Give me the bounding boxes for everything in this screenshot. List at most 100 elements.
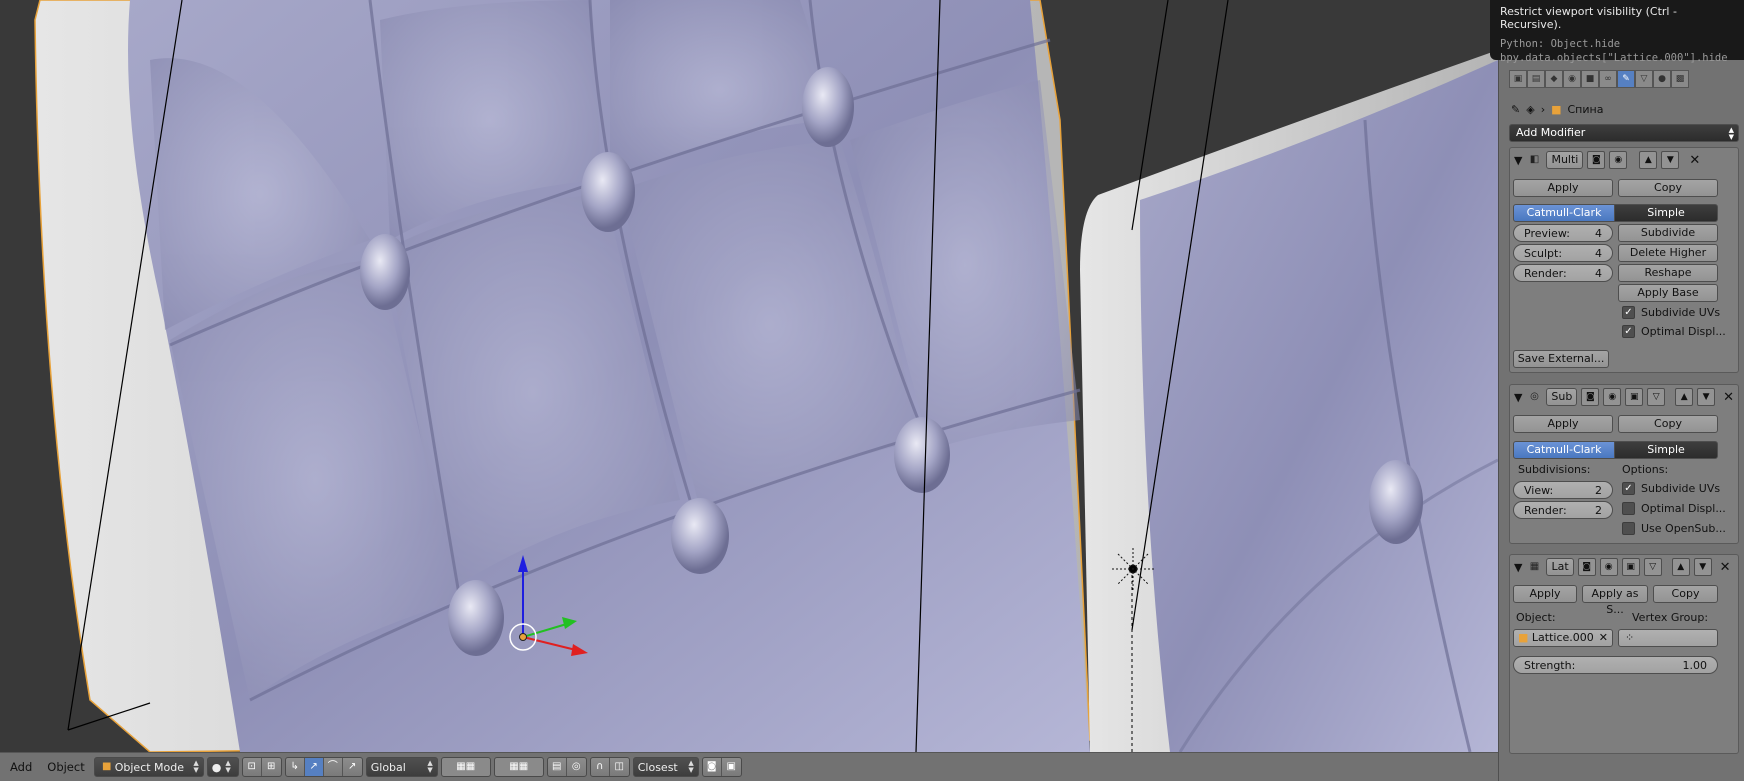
render-toggle-icon[interactable]: ◙ <box>1581 388 1600 406</box>
move-down-icon[interactable]: ▼ <box>1697 388 1716 406</box>
sculpt-label: Sculpt: <box>1524 246 1563 260</box>
translate-icon[interactable]: ↗ <box>304 758 324 776</box>
sculpt-level-field[interactable]: Sculpt: 4 <box>1513 244 1613 262</box>
viewport-toggle-icon[interactable]: ◉ <box>1603 388 1622 406</box>
pivot-icon[interactable]: ⊡ <box>243 758 262 776</box>
rotate-icon[interactable]: ⌒ <box>324 758 343 776</box>
move-up-icon[interactable]: ▲ <box>1671 558 1690 576</box>
multires-optimal-display-checkbox[interactable]: ✓ Optimal Displ... <box>1622 325 1726 338</box>
preview-label: Preview: <box>1524 226 1570 240</box>
use-opensubdiv-checkbox[interactable]: Use OpenSub... <box>1622 522 1726 535</box>
subsurf-subdivide-uvs-checkbox[interactable]: ✓ Subdivide UVs <box>1622 482 1720 495</box>
move-up-icon[interactable]: ▲ <box>1675 388 1694 406</box>
manipulator-icon[interactable]: ↳ <box>286 758 305 776</box>
close-icon[interactable]: ✕ <box>1720 560 1731 575</box>
lattice-name-field[interactable]: Lat <box>1546 558 1574 576</box>
proportional-group[interactable]: ▤ ◎ <box>546 757 587 777</box>
manipulator-group[interactable]: ↳ ↗ ⌒ ↗ <box>284 757 363 777</box>
render-toggle-icon[interactable]: ◙ <box>1577 558 1596 576</box>
delete-higher-button[interactable]: Delete Higher <box>1618 244 1718 262</box>
reshape-button[interactable]: Reshape <box>1618 264 1718 282</box>
move-down-icon[interactable]: ▼ <box>1661 151 1680 169</box>
preview-level-field[interactable]: Preview: 4 <box>1513 224 1613 242</box>
viewport-toggle-icon[interactable]: ◉ <box>1599 558 1618 576</box>
close-icon[interactable]: ✕ <box>1723 390 1734 405</box>
render-icon[interactable]: ▣ <box>722 758 741 776</box>
subsurf-header: ▼ ◎ Sub ◙ ◉ ▣ ▽ ▲ ▼ ✕ <box>1510 385 1738 409</box>
world-tab-icon[interactable]: ◉ <box>1563 70 1581 88</box>
multires-header: ▼ ◧ Multi ◙ ◉ ▲ ▼ ✕ <box>1510 148 1738 172</box>
clear-icon[interactable]: ✕ <box>1599 630 1608 646</box>
menu-add[interactable]: Add <box>4 760 38 774</box>
move-up-icon[interactable]: ▲ <box>1639 151 1658 169</box>
lattice-copy-button[interactable]: Copy <box>1653 585 1718 603</box>
render-level-field[interactable]: Render: 4 <box>1513 264 1613 282</box>
mode-selector[interactable]: ■ Object Mode ▲ ▼ <box>93 757 204 777</box>
multires-copy-button[interactable]: Copy <box>1618 179 1718 197</box>
magnet-icon[interactable]: ∩ <box>591 758 610 776</box>
cage-toggle-icon[interactable]: ▽ <box>1647 388 1666 406</box>
shading-selector[interactable]: ● ▲ ▼ <box>206 757 239 777</box>
strength-field[interactable]: Strength: 1.00 <box>1513 656 1718 674</box>
menu-object[interactable]: Object <box>41 760 90 774</box>
subsurf-simple-button[interactable]: Simple <box>1614 441 1718 459</box>
apply-as-shape-button[interactable]: Apply as S... <box>1582 585 1648 616</box>
subdivide-button[interactable]: Subdivide <box>1618 224 1718 242</box>
vertex-group-field[interactable]: ⁘ <box>1618 629 1718 647</box>
snap-element-icon[interactable]: ◫ <box>610 758 629 776</box>
manipulator-toggle-icon[interactable]: ⊞ <box>262 758 281 776</box>
apply-base-button[interactable]: Apply Base <box>1618 284 1718 302</box>
lattice-header: ▼ ▦ Lat ◙ ◉ ▣ ▽ ▲ ▼ ✕ <box>1510 555 1738 579</box>
move-down-icon[interactable]: ▼ <box>1693 558 1712 576</box>
add-modifier-dropdown[interactable]: Add Modifier ▲ ▼ <box>1509 124 1739 142</box>
scene-tab-icon[interactable]: ◆ <box>1545 70 1563 88</box>
viewport-toggle-icon[interactable]: ◉ <box>1609 151 1628 169</box>
pin-icon[interactable]: ✎ <box>1511 103 1520 116</box>
layers-group-1[interactable]: ▦▦ <box>440 757 491 777</box>
data-tab-icon[interactable]: ▽ <box>1635 70 1653 88</box>
editmode-toggle-icon[interactable]: ▣ <box>1621 558 1640 576</box>
collapse-icon[interactable]: ▼ <box>1514 561 1522 574</box>
view-levels-field[interactable]: View: 2 <box>1513 481 1613 499</box>
collapse-icon[interactable]: ▼ <box>1514 391 1522 404</box>
render-group[interactable]: ◙ ▣ <box>701 757 742 777</box>
render-value: 2 <box>1595 503 1602 517</box>
snap-target-selector[interactable]: Closest ▲ ▼ <box>632 757 699 777</box>
updown-icon: ▲ ▼ <box>427 759 433 774</box>
subsurf-name-field[interactable]: Sub <box>1546 388 1578 406</box>
editmode-toggle-icon[interactable]: ▣ <box>1625 388 1644 406</box>
constraints-tab-icon[interactable]: ∞ <box>1599 70 1617 88</box>
lock-icon[interactable]: ▤ <box>548 758 567 776</box>
subsurf-catmull-clark-button[interactable]: Catmull-Clark <box>1513 441 1615 459</box>
multires-simple-button[interactable]: Simple <box>1614 204 1718 222</box>
texture-tab-icon[interactable]: ▩ <box>1671 70 1689 88</box>
render-tab-icon[interactable]: ▣ <box>1509 70 1527 88</box>
layers-group-2[interactable]: ▦▦ <box>493 757 544 777</box>
cage-toggle-icon[interactable]: ▽ <box>1643 558 1662 576</box>
render-levels-field[interactable]: Render: 2 <box>1513 501 1613 519</box>
proportional-icon[interactable]: ◎ <box>567 758 586 776</box>
multires-name-field[interactable]: Multi <box>1546 151 1584 169</box>
subsurf-optimal-display-checkbox[interactable]: Optimal Displ... <box>1622 502 1726 515</box>
multires-apply-button[interactable]: Apply <box>1513 179 1613 197</box>
subsurf-copy-button[interactable]: Copy <box>1618 415 1718 433</box>
object-tab-icon[interactable]: ■ <box>1581 70 1599 88</box>
snap-group[interactable]: ∩ ◫ <box>589 757 630 777</box>
3d-viewport[interactable] <box>0 0 1498 752</box>
orientation-selector[interactable]: Global ▲ ▼ <box>365 757 438 777</box>
render-toggle-icon[interactable]: ◙ <box>1587 151 1606 169</box>
material-tab-icon[interactable]: ● <box>1653 70 1671 88</box>
close-icon[interactable]: ✕ <box>1689 153 1700 168</box>
lattice-apply-button[interactable]: Apply <box>1513 585 1577 603</box>
collapse-icon[interactable]: ▼ <box>1514 154 1522 167</box>
lattice-object-field[interactable]: ■ Lattice.000 ✕ <box>1513 629 1613 647</box>
subsurf-apply-button[interactable]: Apply <box>1513 415 1613 433</box>
multires-subdivide-uvs-checkbox[interactable]: ✓ Subdivide UVs <box>1622 306 1720 319</box>
camera-icon[interactable]: ◙ <box>703 758 722 776</box>
save-external-button[interactable]: Save External... <box>1513 350 1609 368</box>
layers-tab-icon[interactable]: ▤ <box>1527 70 1545 88</box>
pivot-group[interactable]: ⊡ ⊞ <box>241 757 282 777</box>
modifiers-tab-icon[interactable]: ✎ <box>1617 70 1635 88</box>
scale-icon[interactable]: ↗ <box>343 758 362 776</box>
multires-catmull-clark-button[interactable]: Catmull-Clark <box>1513 204 1615 222</box>
